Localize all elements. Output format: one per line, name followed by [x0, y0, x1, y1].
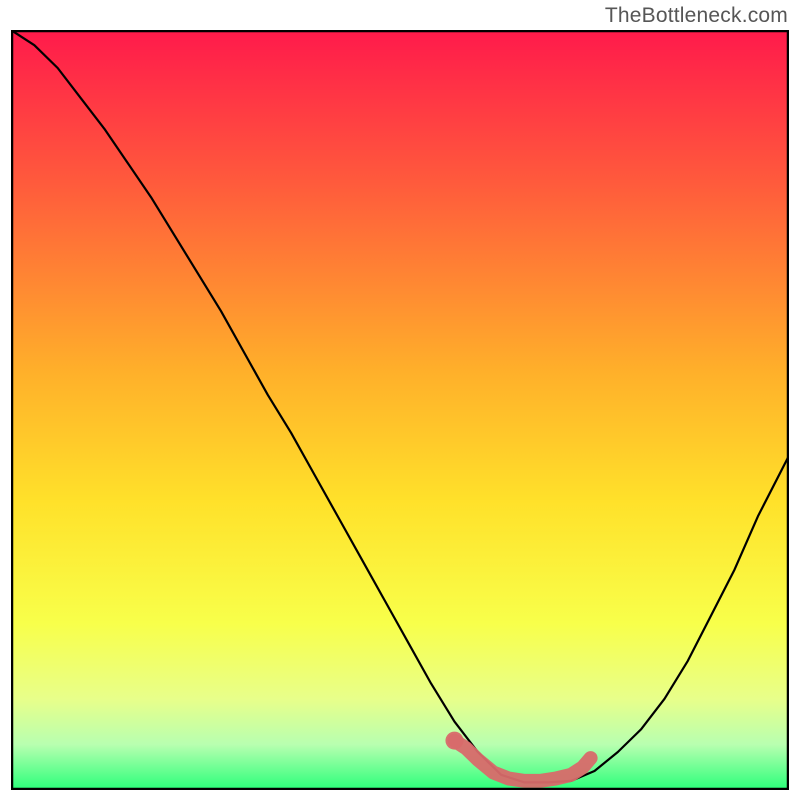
chart-svg	[11, 30, 789, 790]
plot-area	[11, 30, 789, 790]
gradient-background	[11, 30, 789, 790]
selected-point	[445, 732, 463, 750]
attribution-text: TheBottleneck.com	[605, 4, 788, 28]
chart-container: TheBottleneck.com	[0, 0, 800, 800]
